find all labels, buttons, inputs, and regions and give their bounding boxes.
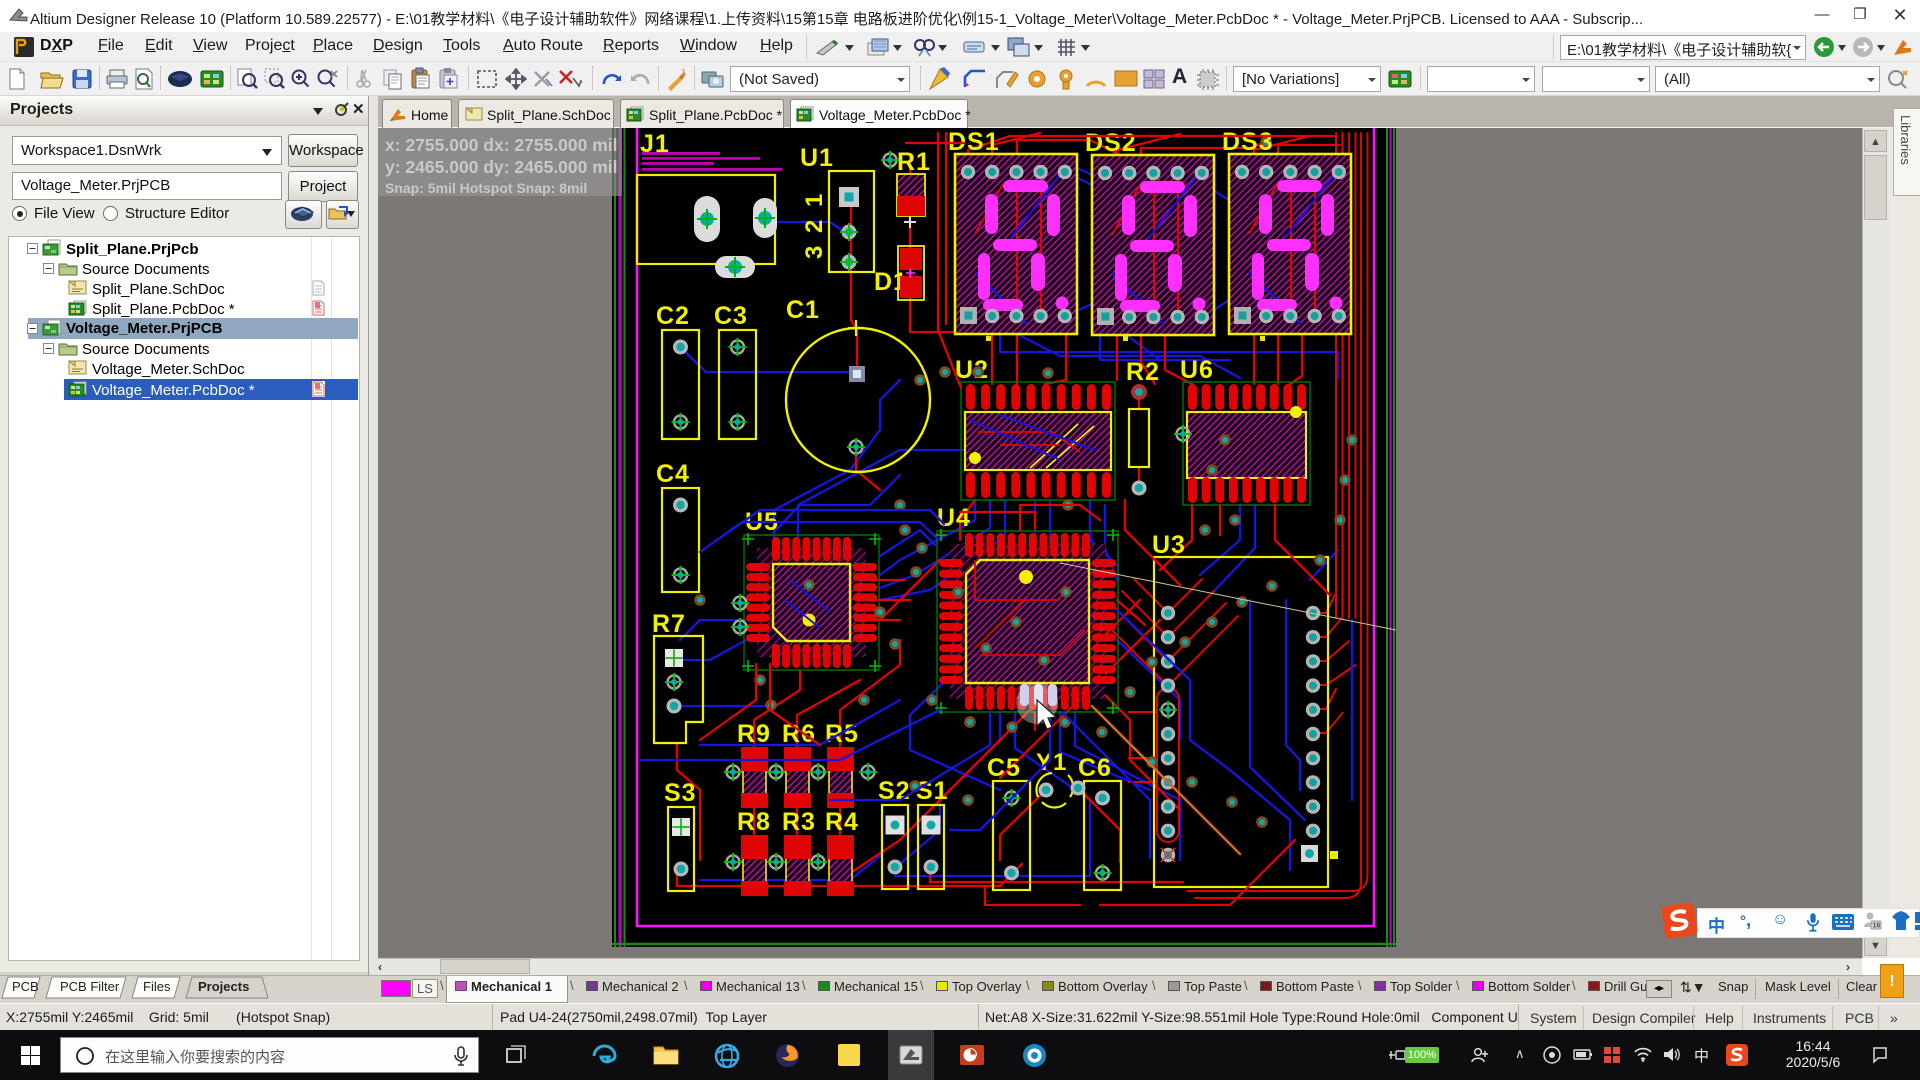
svg-text:R2: R2 (1126, 358, 1160, 386)
svg-text:3: 3 (801, 246, 828, 259)
svg-text:U4: U4 (937, 504, 971, 532)
svg-text:R1: R1 (897, 148, 931, 176)
svg-text:DS2: DS2 (1085, 129, 1137, 157)
svg-text:R8: R8 (737, 808, 771, 836)
svg-text:R7: R7 (652, 610, 686, 638)
svg-text:U6: U6 (1180, 356, 1214, 384)
svg-text:U2: U2 (955, 356, 989, 384)
svg-text:C1: C1 (786, 296, 820, 324)
svg-text:R6: R6 (782, 720, 816, 748)
svg-text:C4: C4 (656, 460, 690, 488)
svg-text:C2: C2 (656, 302, 690, 330)
svg-text:R9: R9 (737, 720, 771, 748)
svg-text:16: 16 (1873, 923, 1881, 930)
svg-text:R5: R5 (825, 720, 859, 748)
svg-text:2: 2 (801, 220, 828, 233)
svg-text:R3: R3 (782, 808, 816, 836)
svg-text:C5: C5 (987, 754, 1021, 782)
svg-text:Snap: 5mil Hotspot Snap: 8mil: Snap: 5mil Hotspot Snap: 8mil (385, 180, 587, 196)
svg-text:x: 2755.000 dx: 2755.000: x: 2755.000 dx: 2755.000 mil (385, 135, 618, 155)
svg-text:U3: U3 (1152, 531, 1186, 559)
svg-text:DS3: DS3 (1222, 128, 1274, 156)
svg-text:R4: R4 (825, 808, 859, 836)
svg-text:S3: S3 (664, 779, 697, 807)
svg-text:y: 2465.000 dy: 2465.000: y: 2465.000 dy: 2465.000 mil (385, 157, 618, 177)
svg-text:1: 1 (801, 194, 828, 207)
svg-text:U1: U1 (800, 144, 834, 172)
svg-text:C3: C3 (714, 302, 748, 330)
